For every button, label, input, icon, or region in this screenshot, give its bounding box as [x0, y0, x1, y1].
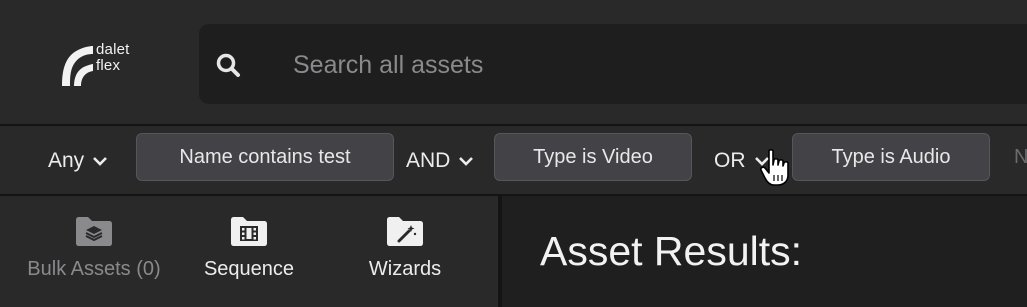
logo-mark-icon: [62, 46, 93, 86]
dalet-flex-logo[interactable]: dalet flex: [58, 42, 148, 88]
logo-wordmark: dalet flex: [96, 42, 130, 74]
operator-dropdown-and[interactable]: AND: [406, 146, 474, 176]
wizards-label: Wizards: [368, 258, 442, 280]
chevron-down-icon: [93, 157, 108, 166]
filter-chip-label: Type is Audio: [831, 145, 951, 168]
search-input[interactable]: [291, 44, 895, 86]
match-mode-dropdown[interactable]: Any: [48, 146, 108, 176]
asset-toolbar: Bulk Assets (0) Sequence Wizards: [0, 196, 498, 307]
logo-word-flex: flex: [96, 57, 121, 74]
filter-chip-name[interactable]: Name contains test: [136, 133, 394, 181]
filter-chip-type-video[interactable]: Type is Video: [494, 133, 692, 181]
app-header: dalet flex: [0, 0, 1027, 124]
results-panel: Asset Results:: [502, 196, 1027, 307]
operator-label: AND: [406, 149, 451, 172]
match-mode-label: Any: [48, 149, 85, 172]
wand-folder-icon: [387, 217, 423, 246]
filter-chip-type-audio[interactable]: Type is Audio: [792, 133, 990, 181]
search-icon[interactable]: [215, 52, 241, 78]
wizards-button[interactable]: Wizards: [345, 214, 465, 281]
hand-pointer-cursor-icon: [760, 149, 789, 186]
filter-overflow-text: N: [1014, 146, 1027, 168]
search-bar[interactable]: [199, 24, 1027, 104]
bulk-assets-label: Bulk Assets (0): [27, 258, 161, 280]
chevron-down-icon: [459, 157, 474, 166]
layers-folder-icon: [76, 217, 112, 246]
logo-word-dalet: dalet: [96, 41, 130, 58]
filter-chip-label: Name contains test: [179, 145, 351, 168]
bulk-assets-button[interactable]: Bulk Assets (0): [14, 214, 174, 281]
filter-chip-label: Type is Video: [533, 145, 653, 168]
results-title: Asset Results:: [540, 228, 803, 274]
film-folder-icon: [231, 217, 267, 246]
sequence-label: Sequence: [203, 258, 295, 280]
operator-label: OR: [714, 149, 746, 172]
filter-bar: Any Name contains test AND Type is Video…: [0, 126, 1027, 194]
sequence-button[interactable]: Sequence: [189, 214, 309, 281]
